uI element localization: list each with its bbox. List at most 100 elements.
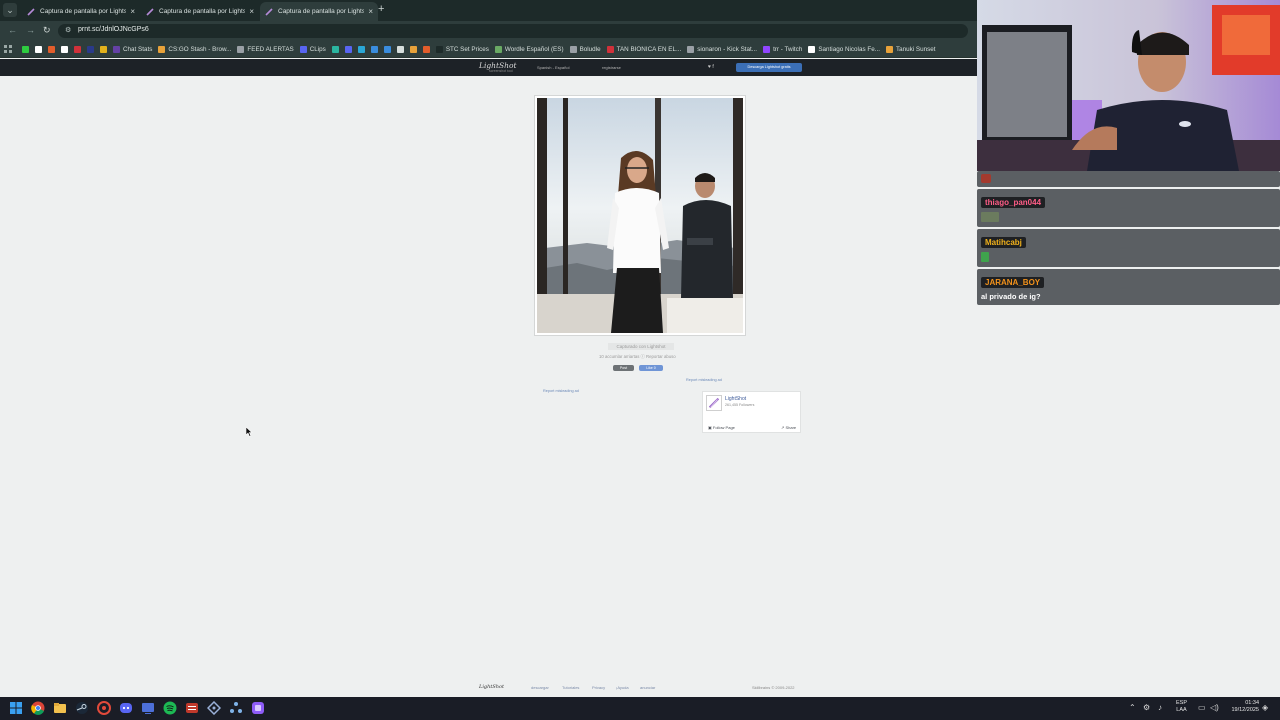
bookmark-item[interactable]: Boludle <box>569 45 601 53</box>
file-explorer-icon[interactable] <box>53 701 67 715</box>
site-info-icon[interactable]: ⚙ <box>65 26 71 34</box>
register-link[interactable]: registrarse <box>602 65 621 70</box>
bookmark-item[interactable] <box>22 45 29 53</box>
tab-title: Captura de pantalla por Lightshot <box>278 8 365 15</box>
report-ad-link[interactable]: Report misleading ad <box>543 389 579 393</box>
bookmark-item[interactable] <box>357 45 365 53</box>
chrome-alt-icon[interactable] <box>97 701 111 715</box>
download-lightshot-button[interactable]: Descarga Lightshot gratis <box>736 63 802 72</box>
bookmark-item[interactable] <box>100 45 107 53</box>
bookmark-favicon-icon <box>344 45 352 53</box>
mouse-cursor-icon <box>246 427 253 437</box>
tweet-button[interactable]: Post <box>613 365 634 371</box>
bookmark-item[interactable]: STC Set Prices <box>435 45 489 53</box>
recording-app-icon[interactable] <box>185 701 199 715</box>
streamer-webcam <box>977 0 1280 171</box>
bookmark-item[interactable] <box>87 45 94 53</box>
bookmark-item[interactable]: CS:GO Stash - Brow... <box>158 45 232 53</box>
app-window-icon[interactable] <box>141 701 155 715</box>
language-code: ESP <box>1176 700 1188 706</box>
bookmark-item[interactable] <box>396 45 404 53</box>
browser-tab-1[interactable]: Captura de pantalla por Lightshot × <box>22 2 140 21</box>
bookmark-item[interactable] <box>422 45 430 53</box>
lightshot-favicon-icon <box>265 7 273 16</box>
share-button[interactable]: ↗ Share <box>781 425 796 430</box>
chat-message-partial <box>977 171 1280 187</box>
bookmark-label: CS:GO Stash - Brow... <box>168 45 232 53</box>
bookmark-label: Santiago Nicolas Fe... <box>818 45 880 53</box>
input-language-indicator[interactable]: ESP LAA <box>1176 700 1187 714</box>
back-arrow-icon[interactable]: ← <box>8 25 17 35</box>
volume-icon[interactable]: ◁) <box>1210 703 1219 712</box>
facebook-like-button[interactable]: Like 0 <box>639 365 663 371</box>
footer-link-advertise[interactable]: anunciar <box>640 685 655 690</box>
address-bar[interactable]: ⚙ prnt.sc/JdnlOJNcGPs6 <box>58 24 968 38</box>
bookmark-item[interactable]: Santiago Nicolas Fe... <box>808 45 880 53</box>
tab-search-button[interactable]: ⌄ <box>3 3 17 17</box>
reload-icon[interactable]: ↻ <box>43 25 51 36</box>
bookmark-item[interactable]: Wordle Español (ES) <box>494 45 564 53</box>
steam-icon[interactable] <box>75 701 89 715</box>
close-tab-icon[interactable]: × <box>249 7 254 16</box>
footer-link-download[interactable]: descargar <box>531 685 549 690</box>
forward-arrow-icon[interactable]: → <box>26 25 35 35</box>
bookmark-favicon-icon <box>113 45 120 53</box>
bookmark-item[interactable] <box>331 45 339 53</box>
facebook-page-name[interactable]: LightShot <box>725 396 746 402</box>
bookmark-item[interactable] <box>61 45 68 53</box>
tray-overflow-icon[interactable]: ⌃ <box>1129 703 1136 712</box>
close-tab-icon[interactable]: × <box>130 7 135 16</box>
chrome-icon[interactable] <box>31 701 45 715</box>
bookmark-item[interactable]: TAN BIONICA EN EL... <box>606 45 682 53</box>
apps-grid-icon[interactable] <box>4 45 12 53</box>
footer-link-help[interactable]: ¡Ayuda <box>616 685 629 690</box>
footer-link-tutorials[interactable]: Tutoriales <box>562 685 579 690</box>
bookmark-item[interactable] <box>74 45 81 53</box>
lightshot-favicon-icon <box>27 7 35 16</box>
bookmark-item[interactable]: Chat Stats <box>113 45 152 53</box>
screenshot-image[interactable] <box>537 98 743 333</box>
bookmark-item[interactable] <box>35 45 42 53</box>
tray-steam-icon[interactable]: ⚙ <box>1143 703 1150 712</box>
footer-logo[interactable]: LightShot <box>479 684 504 690</box>
chat-message: Matihcabj <box>977 229 1280 267</box>
bookmark-item[interactable] <box>48 45 55 53</box>
bookmark-item[interactable]: FEED ALERTAS <box>237 45 294 53</box>
browser-tab-2[interactable]: Captura de pantalla por Lightshot × <box>141 2 259 21</box>
social-links[interactable]: ♥ f <box>708 64 714 70</box>
system-clock[interactable]: 01:34 19/12/2025 <box>1227 700 1259 714</box>
bookmark-item[interactable] <box>409 45 417 53</box>
twitch-studio-icon[interactable] <box>251 701 265 715</box>
lightshot-feather-icon[interactable] <box>706 395 722 411</box>
bookmark-item[interactable]: sionaron - Kick Stat... <box>687 45 757 53</box>
lightshot-header: LightShot screenshot tool Spanish - Espa… <box>0 59 977 76</box>
bookmark-label: FEED ALERTAS <box>247 45 294 53</box>
bookmark-item[interactable] <box>344 45 352 53</box>
new-tab-button[interactable]: + <box>378 3 384 15</box>
notifications-icon[interactable]: ◈ <box>1262 703 1268 712</box>
bookmark-item[interactable]: Tanuki Sunset <box>885 45 936 53</box>
bookmark-item[interactable] <box>383 45 391 53</box>
screenshot-meta[interactable]: 10 accumlar arriartas ⓘ Reportar abuso <box>599 354 676 360</box>
bookmark-favicon-icon <box>435 45 443 53</box>
discord-icon[interactable] <box>119 701 133 715</box>
bookmark-label: TAN BIONICA EN EL... <box>616 45 682 53</box>
tray-microphone-icon[interactable]: ♪ <box>1158 703 1162 712</box>
bookmark-item[interactable] <box>370 45 378 53</box>
bookmark-favicon-icon <box>299 45 307 53</box>
bookmark-label: Boludle <box>579 45 601 53</box>
report-ad-link[interactable]: Report misleading ad <box>686 378 722 382</box>
follow-page-button[interactable]: ▣ Follow Page <box>708 425 735 430</box>
spotify-icon[interactable] <box>163 701 177 715</box>
close-tab-icon[interactable]: × <box>368 7 373 16</box>
windows-start-icon[interactable] <box>9 701 23 715</box>
bookmark-item[interactable]: CLips <box>299 45 326 53</box>
lightshot-logo-subtitle: screenshot tool <box>489 69 513 73</box>
network-app-icon[interactable] <box>207 701 221 715</box>
browser-tab-3-active[interactable]: Captura de pantalla por Lightshot × <box>260 2 378 21</box>
network-icon[interactable]: ▭ <box>1198 703 1206 712</box>
bookmark-item[interactable]: trr - Twitch <box>763 45 802 53</box>
language-selector[interactable]: Spanish - Español <box>537 65 569 70</box>
footer-link-privacy[interactable]: Privacy <box>592 685 605 690</box>
nodes-app-icon[interactable] <box>229 701 243 715</box>
